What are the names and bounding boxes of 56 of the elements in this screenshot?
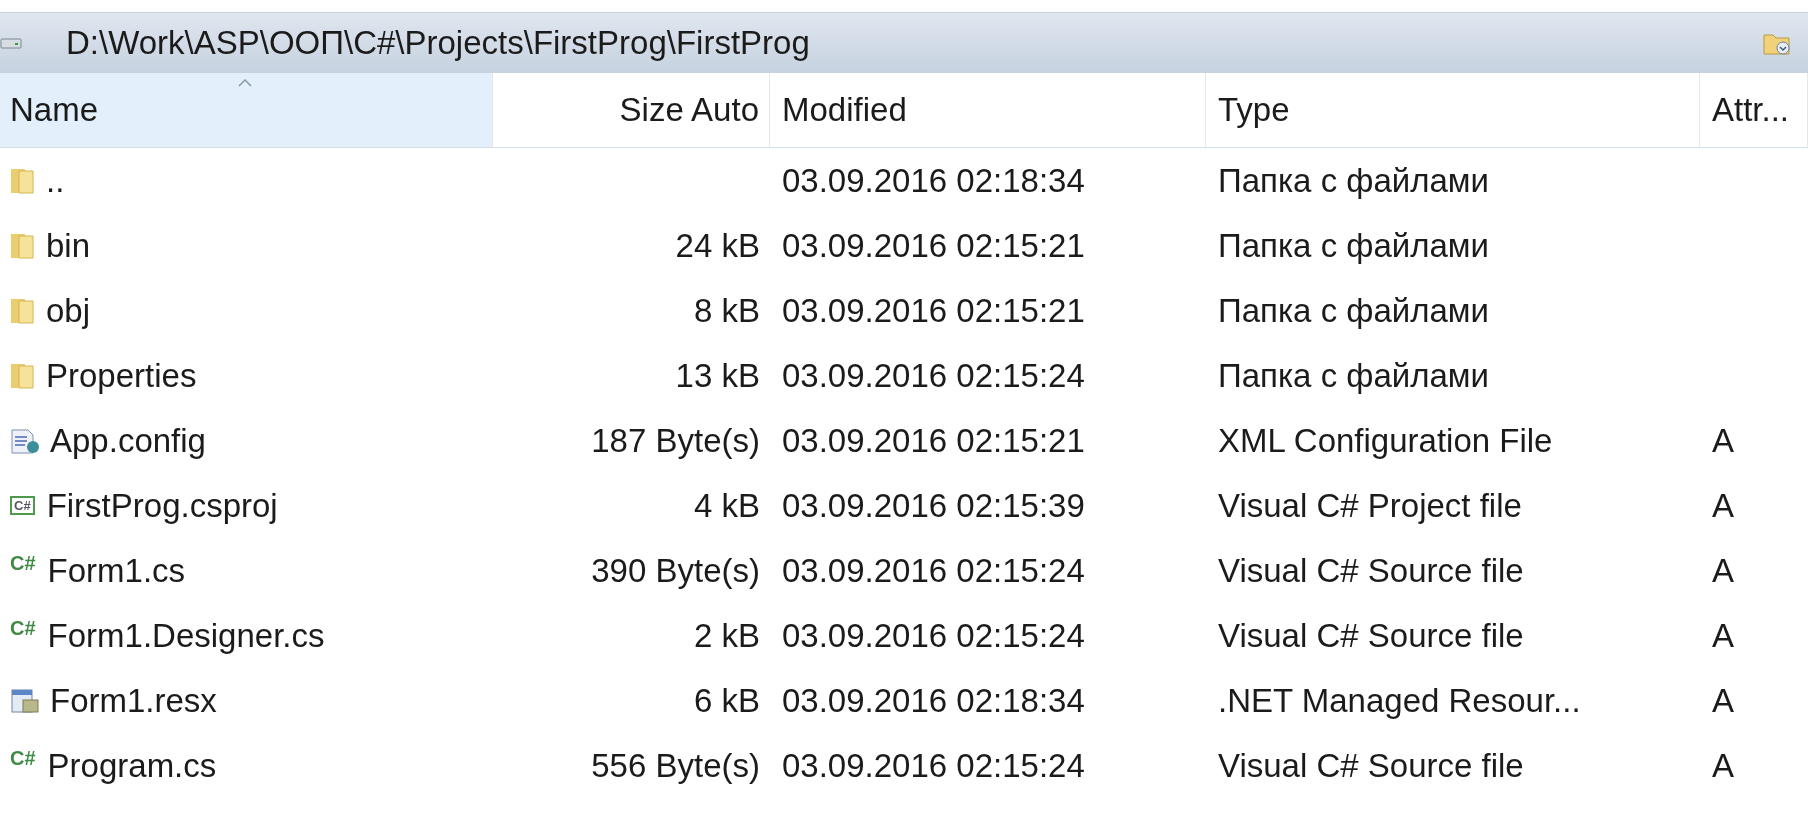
file-name[interactable]: Program.cs [47,746,217,785]
file-name[interactable]: Properties [46,356,197,395]
column-header[interactable]: Type [1206,73,1700,147]
file-name[interactable]: App.config [50,421,206,460]
modified-date: 03.09.2016 02:18:34 [782,681,1085,720]
file-type: XML Configuration File [1218,421,1553,460]
file-type: Visual C# Source file [1218,616,1524,655]
drive-icon [0,36,22,50]
file-attributes: A [1712,616,1734,655]
file-attributes: A [1712,746,1734,785]
csharp-file-icon: C# [10,747,36,770]
file-size: 187 Byte(s) [591,421,760,460]
file-size: 556 Byte(s) [591,746,760,785]
file-name[interactable]: Form1.Designer.cs [47,616,325,655]
file-size: 24 kB [675,226,760,265]
file-name[interactable]: Form1.resx [50,681,217,720]
csharp-file-icon: C# [10,617,36,640]
modified-date: 03.09.2016 02:15:24 [782,356,1085,395]
file-type: Папка с файлами [1218,226,1489,265]
file-type: Visual C# Source file [1218,746,1524,785]
file-attributes: A [1712,681,1734,720]
file-name[interactable]: Form1.cs [47,551,186,590]
file-size: 4 kB [693,486,760,525]
file-size: 2 kB [693,616,760,655]
modified-date: 03.09.2016 02:15:24 [782,746,1085,785]
file-attributes: A [1712,421,1734,460]
modified-date: 03.09.2016 02:15:21 [782,421,1085,460]
file-type: .NET Managed Resour... [1218,681,1581,720]
modified-date: 03.09.2016 02:15:39 [782,486,1085,525]
file-size: 390 Byte(s) [591,551,760,590]
file-type: Папка с файлами [1218,161,1489,200]
file-type: Папка с файлами [1218,356,1489,395]
modified-date: 03.09.2016 02:15:21 [782,291,1085,330]
modified-date: 03.09.2016 02:18:34 [782,161,1085,200]
file-type: Visual C# Project file [1218,486,1522,525]
file-type: Папка с файлами [1218,291,1489,330]
column-header[interactable]: Size Auto [493,73,770,147]
file-name[interactable]: .. [46,161,65,200]
file-attributes: A [1712,486,1734,525]
column-header[interactable]: Attr... [1700,73,1808,147]
file-attributes: A [1712,551,1734,590]
file-name[interactable]: FirstProg.csproj [46,486,278,525]
modified-date: 03.09.2016 02:15:24 [782,616,1085,655]
modified-date: 03.09.2016 02:15:24 [782,551,1085,590]
column-header[interactable]: Name [0,73,493,147]
csharp-file-icon: C# [10,552,36,575]
file-size: 8 kB [693,291,760,330]
file-name[interactable]: bin [46,226,91,265]
csharp-project-icon: C# [10,496,35,515]
column-header[interactable]: Modified [770,73,1206,147]
file-size: 13 kB [675,356,760,395]
modified-date: 03.09.2016 02:15:21 [782,226,1085,265]
file-name[interactable]: obj [46,291,91,330]
path-text: D:\Work\ASP\OOП\C#\Projects\FirstProg\FirstProg [66,24,810,62]
file-type: Visual C# Source file [1218,551,1524,590]
file-size: 6 kB [693,681,760,720]
